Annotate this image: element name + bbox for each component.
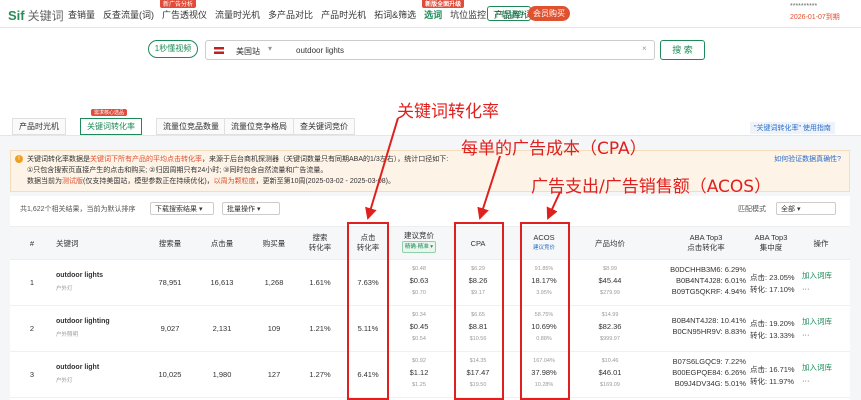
arrow-click-cvr [365, 117, 399, 220]
annotation-arrows [365, 117, 561, 220]
annotation-acos: 广告支出/广告销售额（ACOS） [531, 177, 772, 197]
arrow-cpa [477, 155, 501, 220]
annotation-cpa: 每单的广告成本（CPA） [461, 139, 647, 159]
annotation-click-cvr: 关键词转化率 [397, 102, 499, 122]
